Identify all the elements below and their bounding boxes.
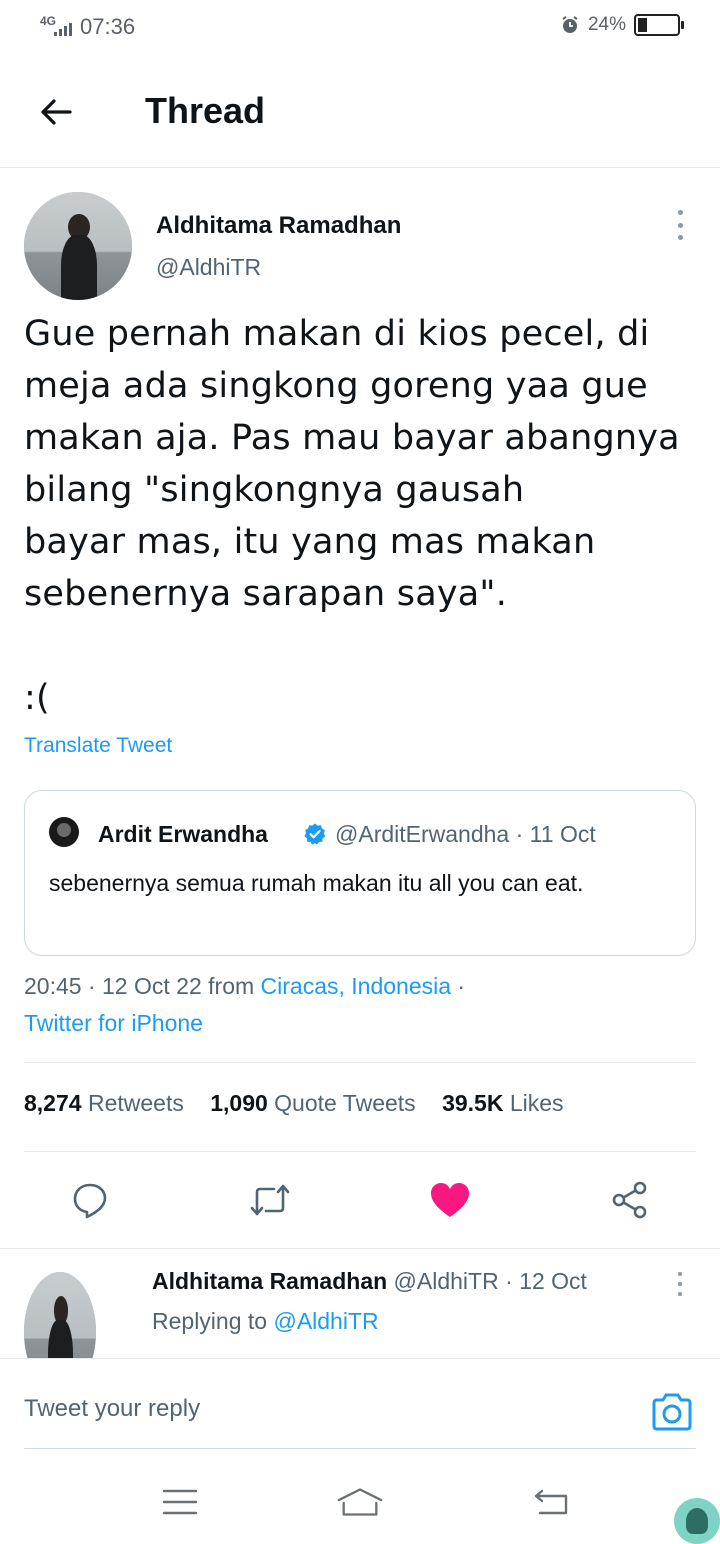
quotes-stat[interactable]: 1,090 Quote Tweets (210, 1090, 415, 1116)
author-handle[interactable]: @AldhiTR (156, 254, 261, 281)
replying-to: Replying to @AldhiTR (152, 1308, 379, 1335)
menu-icon[interactable] (156, 1484, 204, 1520)
share-icon[interactable] (608, 1178, 652, 1222)
battery-percent: 24% (587, 14, 626, 35)
reply-more-options-icon[interactable] (672, 1272, 688, 1296)
likes-stat[interactable]: 39.5K Likes (442, 1090, 563, 1116)
tweet-time: 20:45 (24, 973, 82, 999)
quoted-meta: @ArditErwandha · 11 Oct (335, 821, 596, 848)
quotes-count: 1,090 (210, 1090, 268, 1116)
location-link[interactable]: Ciracas, Indonesia (261, 973, 452, 999)
author-name[interactable]: Aldhitama Ramadhan (156, 212, 401, 240)
signal-icon (54, 22, 73, 36)
verified-badge-icon (304, 823, 326, 845)
more-options-icon[interactable] (672, 210, 688, 240)
reply-author-avatar[interactable] (24, 1272, 96, 1358)
divider (24, 1062, 696, 1063)
quoted-separator: · (509, 821, 530, 847)
alarm-icon (562, 16, 578, 33)
divider (24, 1151, 696, 1152)
retweets-label: Retweets (87, 1090, 184, 1116)
reply-header: Aldhitama Ramadhan @AldhiTR · 12 Oct (152, 1268, 587, 1294)
retweets-count: 8,274 (24, 1090, 82, 1116)
status-left: 4G 07:36 (40, 14, 135, 40)
reply-handle[interactable]: @AldhiTR (394, 1268, 499, 1294)
quoted-text: sebenernya semua rumah makan itu all you… (49, 870, 584, 896)
translate-tweet-link[interactable]: Translate Tweet (24, 734, 172, 758)
quotes-label: Quote Tweets (274, 1090, 416, 1116)
reply-input[interactable]: Tweet your reply (24, 1395, 200, 1423)
retweets-stat[interactable]: 8,274 Retweets (24, 1090, 184, 1116)
battery-icon (634, 14, 684, 36)
reply-author-name[interactable]: Aldhitama Ramadhan (152, 1268, 387, 1294)
source-link[interactable]: Twitter for iPhone (24, 1010, 203, 1036)
tweet-date: 12 Oct 22 (102, 973, 202, 999)
tweet-text: Gue pernah makan di kios pecel, di meja … (24, 314, 680, 718)
quoted-date: 11 Oct (529, 821, 596, 847)
floating-assistant-icon[interactable] (674, 1498, 720, 1544)
author-avatar[interactable] (24, 192, 132, 300)
reply-icon[interactable] (68, 1178, 112, 1222)
like-icon[interactable] (428, 1178, 472, 1222)
from-label: from (208, 973, 255, 999)
thread-header: Thread (0, 56, 720, 168)
status-right: 24% (560, 14, 684, 36)
arrow-left-icon[interactable] (36, 92, 76, 132)
tweet-stats: 8,274 Retweets 1,090 Quote Tweets 39.5K … (24, 1090, 584, 1117)
reply-date: 12 Oct (519, 1268, 587, 1294)
quoted-author-avatar (49, 817, 79, 847)
status-bar: 4G 07:36 24% (0, 0, 720, 56)
home-icon[interactable] (336, 1484, 384, 1520)
likes-count: 39.5K (442, 1090, 504, 1116)
divider (0, 1248, 720, 1249)
quoted-author-name: Ardit Erwandha (98, 821, 268, 847)
page-title: Thread (145, 90, 266, 131)
camera-icon[interactable] (650, 1391, 694, 1433)
system-nav-bar (0, 1460, 720, 1544)
reply-text-cut: — — — — — — — — — — — — — — (152, 1350, 557, 1358)
battery-fill (638, 18, 647, 32)
quoted-tweet-card[interactable]: Ardit Erwandha @ArditErwandha · 11 Oct s… (24, 790, 696, 956)
status-time: 07:36 (80, 14, 136, 39)
composer-underline (24, 1448, 696, 1449)
replying-label: Replying to (152, 1308, 268, 1334)
tweet-meta: 20:45 · 12 Oct 22 from Ciracas, Indonesi… (24, 973, 466, 1036)
quoted-handle: @ArditErwandha (335, 821, 510, 847)
replying-to-handle[interactable]: @AldhiTR (273, 1308, 378, 1334)
retweet-icon[interactable] (248, 1178, 292, 1222)
likes-label: Likes (509, 1090, 564, 1116)
reply-composer: Tweet your reply (0, 1358, 720, 1450)
back-icon[interactable] (526, 1484, 574, 1520)
